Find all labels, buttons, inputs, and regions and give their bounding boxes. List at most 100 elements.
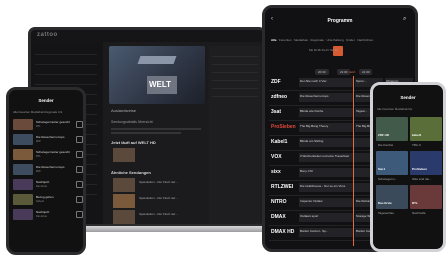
- panel-row[interactable]: [212, 66, 258, 73]
- category-tabs: Alle Favoriten Mediathek Regionale Unter…: [271, 38, 415, 42]
- record-icon[interactable]: [76, 211, 83, 218]
- tab-favorites[interactable]: Favoriten: [279, 38, 292, 42]
- channel-logo[interactable]: 3sat: [271, 109, 295, 115]
- tab-entertainment[interactable]: Unterhaltung: [326, 38, 343, 42]
- channel-logo[interactable]: zdfneo: [271, 94, 295, 100]
- program-cell[interactable]: Die Rosenheim-Cops: [299, 93, 353, 102]
- channel-tile[interactable]: [376, 117, 408, 141]
- similar-title: Spekulation - Der Fluch der ...: [139, 212, 179, 216]
- channel-logo[interactable]: DMAX HD: [271, 229, 295, 235]
- channel-row[interactable]: [35, 46, 97, 55]
- panel-row[interactable]: [212, 90, 258, 97]
- channel-logo[interactable]: Kabel1: [271, 139, 295, 145]
- tile-channel-logo: kabel1: [412, 133, 422, 137]
- channel-name: Das Erste: [36, 215, 47, 218]
- channel-row[interactable]: [35, 76, 97, 85]
- tab-all[interactable]: Alle: [271, 38, 277, 42]
- category-tabs[interactable]: Alle Favoriten Mediathek Regionale Unt: [13, 110, 62, 114]
- record-icon[interactable]: [76, 196, 83, 203]
- channel-tile[interactable]: [410, 185, 442, 209]
- tab-mediathek[interactable]: Mediathek: [294, 38, 308, 42]
- program-title: Nachtjoch: [36, 210, 50, 214]
- channel-tile[interactable]: [376, 151, 408, 175]
- panel-row[interactable]: [212, 74, 258, 81]
- list-item[interactable]: Nachtjoch Das Erste: [13, 208, 83, 221]
- program-cell[interactable]: Inspector Outlaw: [299, 198, 353, 207]
- tile-channel-logo: RTL: [412, 201, 418, 205]
- program-thumbnail: [13, 194, 33, 205]
- program-hero-image[interactable]: WELT: [109, 46, 205, 104]
- channel-logo[interactable]: DMAX: [271, 214, 295, 220]
- list-item[interactable]: Die Rosenheim-Cops ZDF: [13, 133, 83, 146]
- similar-thumbnail[interactable]: [113, 178, 135, 192]
- record-icon[interactable]: [76, 181, 83, 188]
- tab-news[interactable]: Nachrichten: [357, 38, 373, 42]
- channel-logo[interactable]: VOX: [271, 154, 295, 160]
- channel-tile[interactable]: [410, 117, 442, 141]
- channel-logo[interactable]: sixx: [271, 169, 295, 175]
- channel-row[interactable]: [35, 56, 97, 65]
- similar-title: Spekulation - Der Fluch der ...: [139, 180, 179, 184]
- program-thumbnail: [13, 119, 33, 130]
- tile-channel-logo: Das Erste: [378, 201, 392, 205]
- program-cell[interactable]: Der Alte nach 4 Vier: [299, 78, 353, 87]
- program-thumbnail: [13, 134, 33, 145]
- channel-row[interactable]: [35, 66, 97, 75]
- list-item[interactable]: Bezug gehen Kabel1: [13, 193, 83, 206]
- program-title: Auslandsreise: [111, 108, 137, 113]
- channel-logo[interactable]: NITRO: [271, 199, 295, 205]
- program-thumbnail: [13, 209, 33, 220]
- similar-section-heading: Ähnliche Sendungen: [111, 170, 151, 175]
- time-button[interactable]: 20:30: [315, 69, 329, 75]
- similar-thumbnail[interactable]: [113, 194, 135, 208]
- similar-thumbnail[interactable]: [113, 210, 135, 224]
- now-label: Jetzt: [349, 70, 356, 74]
- phone-right-screen: Sender Alle Favoriten Mediathek Re ZDF H…: [370, 82, 446, 252]
- list-item[interactable]: Nachtjoch Das Erste: [13, 178, 83, 191]
- program-cell[interactable]: Border Control - Sp...: [299, 228, 353, 237]
- program-thumbnail: [13, 164, 33, 175]
- tile-caption: Tagesschau: [378, 211, 395, 215]
- channel-logo[interactable]: ZDF: [271, 79, 295, 85]
- channel-tile[interactable]: [410, 151, 442, 175]
- similar-title: Spekulation - Der Fluch der ...: [139, 196, 179, 200]
- tile-caption: Die Kanzlei: [378, 143, 394, 147]
- channel-tile[interactable]: [376, 185, 408, 209]
- live-section-heading: Jetzt läuft auf WELT HD: [111, 140, 156, 145]
- program-cell[interactable]: Outlaws sport: [299, 213, 353, 222]
- channel-name: ZDF: [36, 140, 41, 143]
- channel-name: Das Erste: [36, 185, 47, 188]
- record-icon[interactable]: [76, 166, 83, 173]
- search-icon[interactable]: ⌕: [403, 16, 406, 23]
- channel-logo[interactable]: ProSieben: [271, 124, 296, 130]
- panel-row[interactable]: [212, 82, 258, 89]
- welt-logo: WELT: [149, 80, 172, 89]
- panel-row[interactable]: [212, 58, 258, 65]
- tab-kids[interactable]: Kinder: [346, 38, 355, 42]
- record-icon[interactable]: [76, 151, 83, 158]
- time-button[interactable]: 21:30: [358, 69, 373, 75]
- program-title: Die Rosenheim-Cops: [36, 165, 65, 169]
- tile-channel-logo: ProSieben: [412, 167, 427, 171]
- laptop-topbar: zattoo: [31, 30, 263, 42]
- channel-logo[interactable]: RTLZWEI: [271, 184, 295, 190]
- tab-regional[interactable]: Regionale: [310, 38, 324, 42]
- record-icon[interactable]: [76, 121, 83, 128]
- program-cell[interactable]: Blinde wie Fische: [299, 108, 353, 117]
- plane-graphic: [137, 56, 177, 64]
- description-line: [111, 132, 181, 134]
- list-item[interactable]: Schwiegermutter gesucht RTL: [13, 148, 83, 161]
- app-logo[interactable]: zattoo: [37, 32, 58, 38]
- day-selector[interactable]: Mo Di Mi Do Fr Sa So: [309, 48, 338, 52]
- list-item[interactable]: Schwiegermutter gesucht RTL: [13, 118, 83, 131]
- tile-caption: Was sind die...: [412, 177, 432, 181]
- live-thumbnail[interactable]: [113, 148, 135, 162]
- laptop-right-panel: [209, 46, 261, 224]
- record-icon[interactable]: [76, 136, 83, 143]
- program-cell[interactable]: The Big Bang Theory: [299, 123, 353, 132]
- category-tabs[interactable]: Alle Favoriten Mediathek Re: [377, 107, 412, 111]
- panel-row[interactable]: [212, 50, 258, 57]
- detail-tabs[interactable]: Sendungsdetails Übersicht: [111, 120, 153, 124]
- tile-caption: Nachtcafé: [412, 211, 426, 215]
- list-item[interactable]: Die Rosenheim-Cops ZDF: [13, 163, 83, 176]
